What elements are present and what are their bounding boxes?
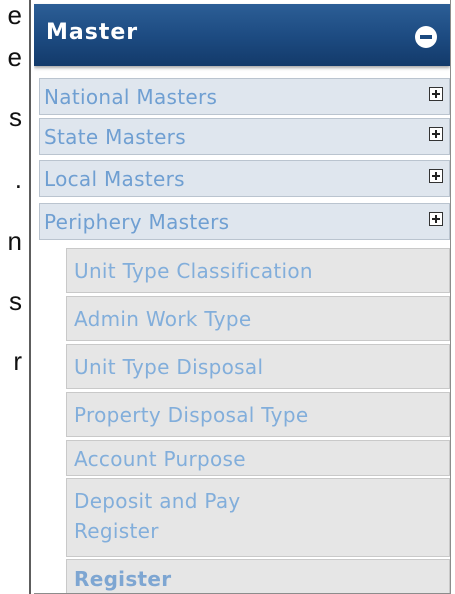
menu-item-label: National Masters xyxy=(44,85,218,109)
expand-plus-icon[interactable] xyxy=(429,127,443,141)
submenu-item-label: Deposit and Pay Register xyxy=(74,489,241,543)
submenu-item-label: Admin Work Type xyxy=(74,307,252,331)
clipped-text-line: . xyxy=(14,164,22,194)
clipped-text-line: s xyxy=(9,286,22,316)
menu-item-label: Local Masters xyxy=(44,167,185,191)
menu-frame: Master National Masters State Masters Lo… xyxy=(34,0,451,594)
submenu-item-label: Register xyxy=(74,567,172,591)
submenu-item-label: Unit Type Disposal xyxy=(74,355,264,379)
clipped-text-line: e xyxy=(7,42,22,72)
expand-plus-icon[interactable] xyxy=(429,169,443,183)
menu-item-local-masters[interactable]: Local Masters xyxy=(39,160,450,197)
submenu-item-deposit-and-pay-register[interactable]: Deposit and Pay Register xyxy=(66,478,450,557)
submenu-item-label: Account Purpose xyxy=(74,447,246,471)
menu-item-national-masters[interactable]: National Masters xyxy=(39,78,450,115)
submenu-item-account-purpose[interactable]: Account Purpose xyxy=(66,440,450,476)
submenu-item-register[interactable]: Register xyxy=(66,559,450,593)
menu-item-label: State Masters xyxy=(44,125,186,149)
menu-header[interactable]: Master xyxy=(34,4,450,66)
submenu-item-label: Unit Type Classification xyxy=(74,259,313,283)
expand-plus-icon[interactable] xyxy=(429,212,443,226)
clipped-text-line: e xyxy=(7,0,22,30)
menu-item-periphery-masters[interactable]: Periphery Masters xyxy=(39,203,450,240)
clipped-text-line: s xyxy=(9,102,22,132)
submenu-item-unit-type-disposal[interactable]: Unit Type Disposal xyxy=(66,344,450,389)
menu-item-label: Periphery Masters xyxy=(44,210,230,234)
submenu-item-admin-work-type[interactable]: Admin Work Type xyxy=(66,296,450,341)
clipped-text-line: n xyxy=(7,226,22,256)
clipped-body-text: e e s . n s r xyxy=(0,0,22,594)
submenu-item-label: Property Disposal Type xyxy=(74,403,309,427)
master-menu-panel: Master National Masters State Masters Lo… xyxy=(29,0,455,594)
menu-title: Master xyxy=(46,20,139,45)
submenu-item-property-disposal-type[interactable]: Property Disposal Type xyxy=(66,392,450,437)
collapse-minus-icon[interactable] xyxy=(415,26,437,48)
menu-item-state-masters[interactable]: State Masters xyxy=(39,118,450,155)
clipped-text-line: r xyxy=(13,346,22,376)
submenu-item-unit-type-classification[interactable]: Unit Type Classification xyxy=(66,248,450,293)
expand-plus-icon[interactable] xyxy=(429,87,443,101)
